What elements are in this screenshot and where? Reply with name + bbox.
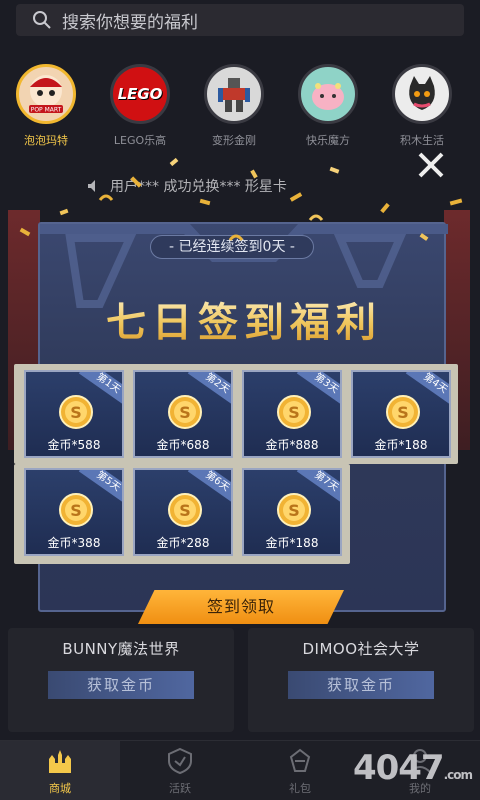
day-reward: 金币*188 [374, 438, 428, 452]
get-coins-button[interactable]: 获取金币 [288, 671, 434, 699]
brand-name: 积木生活 [400, 134, 444, 147]
svg-text:S: S [179, 501, 191, 520]
close-icon [418, 152, 444, 178]
shield-icon [168, 747, 192, 775]
claim-sign-in-button[interactable]: 签到领取 [138, 590, 344, 624]
day-card-1[interactable]: 第1天 S 金币*588 [24, 370, 124, 458]
site-watermark: 4047.com [352, 748, 473, 788]
coin-icon: S [168, 493, 202, 527]
day-card-7[interactable]: 第7天 S 金币*188 [242, 468, 342, 556]
svg-text:S: S [179, 403, 191, 422]
get-coins-button[interactable]: 获取金币 [48, 671, 194, 699]
day-reward: 金币*888 [265, 438, 319, 452]
day-card-6[interactable]: 第6天 S 金币*288 [133, 468, 233, 556]
notice-text: 用户*** 成功兑换*** 形星卡 [110, 179, 287, 195]
nav-label: 商城 [49, 782, 71, 795]
day-reward: 金币*288 [156, 536, 210, 550]
search-placeholder: 搜索你想要的福利 [62, 12, 198, 33]
close-button[interactable] [414, 148, 448, 182]
nav-item-gift[interactable]: 礼包 [240, 741, 360, 800]
brand-list: POP MART 泡泡玛特 LEGO LEGO乐高 变形金刚 快乐魔方 积木生活 [0, 64, 480, 156]
day-card-4[interactable]: 第4天 S 金币*188 [351, 370, 451, 458]
cube-logo-icon [298, 64, 358, 124]
brand-item-cube[interactable]: 快乐魔方 [296, 64, 360, 148]
nav-label: 礼包 [289, 782, 311, 795]
watermark-text: 4047 [352, 748, 445, 788]
svg-text:S: S [397, 403, 409, 422]
coin-icon: S [277, 493, 311, 527]
gift-icon [289, 748, 311, 772]
day-card-3[interactable]: 第3天 S 金币*888 [242, 370, 342, 458]
world-card-dimoo: DIMOO社会大学 获取金币 [248, 628, 474, 732]
nav-item-mall[interactable]: 商城 [0, 741, 120, 800]
day-card-5[interactable]: 第5天 S 金币*388 [24, 468, 124, 556]
nav-label: 活跃 [169, 782, 191, 795]
brand-item-popmart[interactable]: POP MART 泡泡玛特 [14, 64, 78, 148]
coin-icon: S [59, 493, 93, 527]
cat-logo-icon [392, 64, 452, 124]
watermark-suffix: .com [443, 768, 473, 782]
svg-text:S: S [288, 501, 300, 520]
coin-icon: S [277, 395, 311, 429]
lego-logo-icon: LEGO [110, 64, 170, 124]
world-cards: BUNNY魔法世界 获取金币 DIMOO社会大学 获取金币 [0, 610, 480, 740]
streak-indicator: - 已经连续签到0天 - [150, 235, 314, 259]
day-reward: 金币*688 [156, 438, 210, 452]
day-reward: 金币*388 [47, 536, 101, 550]
world-card-bunny: BUNNY魔法世界 获取金币 [8, 628, 234, 732]
day-card-2[interactable]: 第2天 S 金币*688 [133, 370, 233, 458]
castle-icon [49, 750, 71, 773]
brand-item-blocks[interactable]: 积木生活 [390, 64, 454, 148]
brand-item-lego[interactable]: LEGO LEGO乐高 [108, 64, 172, 148]
brand-name: LEGO乐高 [113, 134, 167, 147]
brand-name: 变形金刚 [212, 134, 256, 147]
coin-icon: S [59, 395, 93, 429]
coin-icon: S [168, 395, 202, 429]
search-input[interactable]: 搜索你想要的福利 [16, 4, 464, 36]
brand-name: 快乐魔方 [306, 134, 350, 147]
notice-bar: 用户*** 成功兑换*** 形星卡 [86, 175, 396, 197]
day-reward: 金币*588 [47, 438, 101, 452]
popmart-logo-icon: POP MART [16, 64, 76, 124]
modal-title: 七日签到福利 [64, 290, 424, 348]
svg-text:S: S [70, 403, 82, 422]
coin-icon: S [386, 395, 420, 429]
day-reward: 金币*188 [265, 536, 319, 550]
brand-name: 泡泡玛特 [24, 134, 68, 147]
world-card-title: BUNNY魔法世界 [62, 640, 180, 658]
svg-text:S: S [70, 501, 82, 520]
nav-item-active[interactable]: 活跃 [120, 741, 240, 800]
robot-logo-icon [204, 64, 264, 124]
lego-logo-text: LEGO [117, 85, 163, 103]
world-card-title: DIMOO社会大学 [302, 640, 420, 658]
search-icon [33, 11, 51, 29]
svg-text:S: S [288, 403, 300, 422]
brand-item-transformers[interactable]: 变形金刚 [202, 64, 266, 148]
popmart-logo-text: POP MART [31, 107, 62, 114]
speaker-icon [88, 180, 95, 192]
